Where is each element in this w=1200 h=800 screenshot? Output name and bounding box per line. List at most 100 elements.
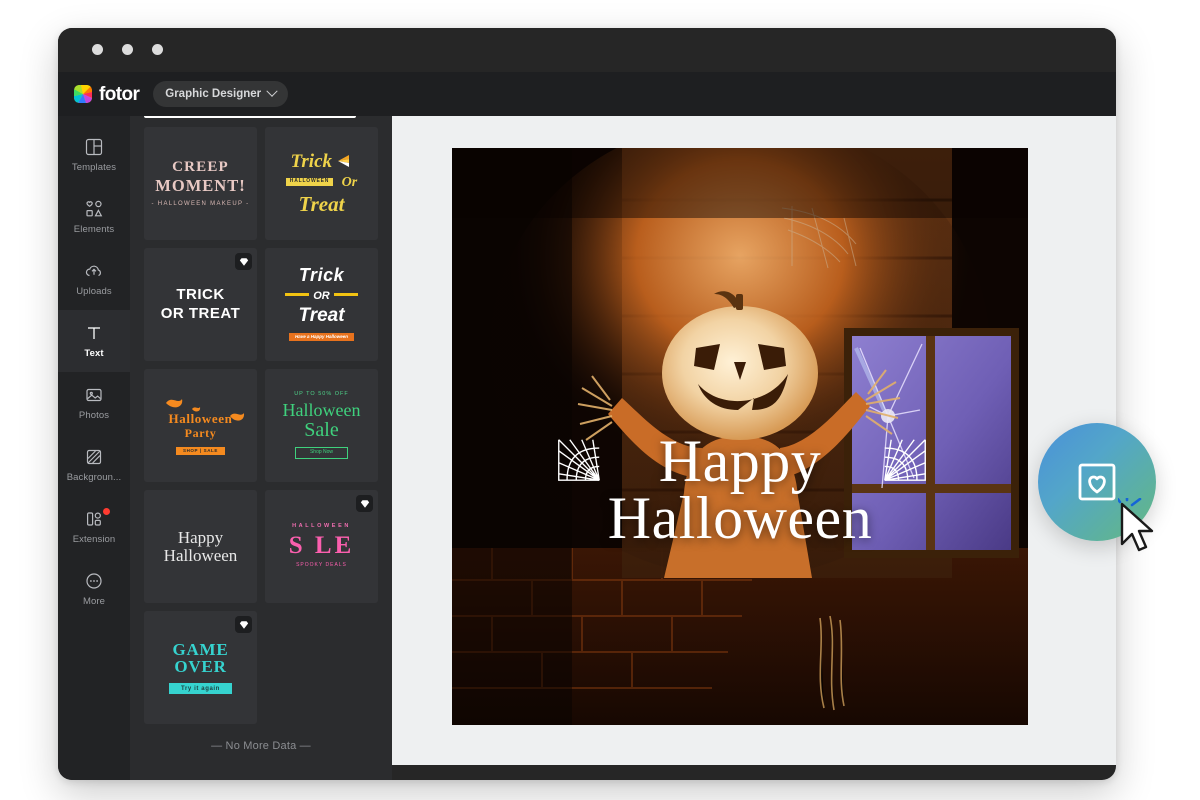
template-card[interactable]: Creep Moment! - HALLOWEEN MAKEUP - xyxy=(144,127,257,240)
template-thumbnail-halloween-sale-pink: HALLOWEEN S LE SPOOKY DEALS xyxy=(288,523,355,569)
thumb-line: Or xyxy=(341,175,358,191)
sidebar-item-label: Photos xyxy=(78,410,110,421)
elements-shapes-icon xyxy=(84,199,104,219)
design-artboard[interactable]: Happy Halloween xyxy=(452,148,1028,725)
extension-puzzle-icon xyxy=(84,509,104,529)
sidebar-item-photos[interactable]: Photos xyxy=(58,372,130,434)
app-window: fotor Graphic Designer Templates Element… xyxy=(58,28,1116,780)
thumb-line: Treat xyxy=(298,191,345,216)
canvas-workspace[interactable]: Happy Halloween xyxy=(392,116,1116,765)
template-card[interactable]: UP TO 50% OFF Halloween Sale Shop Now xyxy=(265,369,378,482)
thumb-cta: Try it again xyxy=(169,683,232,695)
template-card[interactable]: Trick Or Treat xyxy=(144,248,257,361)
thumb-line: SHOP | SALE xyxy=(175,447,226,455)
divider-rule xyxy=(334,293,359,297)
sidebar-item-templates[interactable]: Templates xyxy=(58,124,130,186)
brand-logo[interactable]: fotor xyxy=(74,83,140,105)
more-ellipsis-icon xyxy=(84,571,104,591)
template-thumbnail-creep-moment: Creep Moment! - HALLOWEEN MAKEUP - xyxy=(151,158,250,207)
upload-cloud-icon xyxy=(84,261,104,281)
template-card[interactable]: Halloween Party SHOP | SALE xyxy=(144,369,257,482)
window-titlebar xyxy=(58,28,1116,72)
spiderweb-corner-icon xyxy=(884,438,926,481)
screenshot-root: fotor Graphic Designer Templates Element… xyxy=(0,0,1200,800)
photo-image-icon xyxy=(84,385,104,405)
diamond-icon xyxy=(239,620,248,629)
thumb-line: Halloween xyxy=(163,545,238,565)
favorite-template-button[interactable] xyxy=(1038,423,1156,541)
template-thumbnail-trick-or-treat-yellow: Trick HALLOWEEN Or Treat xyxy=(285,151,358,216)
premium-badge xyxy=(356,495,373,512)
role-selector-label: Graphic Designer xyxy=(165,88,262,100)
divider-rule xyxy=(284,293,309,297)
thumb-line: Trick xyxy=(290,151,333,173)
thumb-line: Moment! xyxy=(155,175,246,195)
premium-badge xyxy=(235,253,252,270)
premium-badge xyxy=(235,616,252,633)
diamond-icon xyxy=(239,257,248,266)
thumb-line: - HALLOWEEN MAKEUP - xyxy=(151,200,250,207)
panel-end-message: — No More Data — xyxy=(211,740,311,752)
template-card[interactable]: Trick HALLOWEEN Or Treat xyxy=(265,127,378,240)
background-hatch-icon xyxy=(84,447,104,467)
template-thumbnail-halloween-sale-green: UP TO 50% OFF Halloween Sale Shop Now xyxy=(282,391,361,459)
templates-grid-icon xyxy=(84,137,104,157)
thumb-line: GAME OVER xyxy=(172,639,229,677)
sidebar-item-label: Text xyxy=(84,348,104,359)
left-nav-rail: Templates Elements Uploads Text Photos B… xyxy=(58,116,130,780)
thumb-cta: Shop Now xyxy=(294,446,349,459)
sidebar-item-text[interactable]: Text xyxy=(58,310,130,372)
sidebar-item-extension[interactable]: Extension xyxy=(58,496,130,558)
thumb-line: Happy xyxy=(177,527,224,547)
sidebar-item-label: Extension xyxy=(72,534,116,545)
sidebar-item-label: Templates xyxy=(71,162,117,173)
template-card[interactable]: Happy Halloween xyxy=(144,490,257,603)
brand-name: fotor xyxy=(99,83,140,105)
sidebar-item-label: Elements xyxy=(73,224,115,235)
bats-icon xyxy=(166,399,245,421)
template-card[interactable]: GAME OVER Try it again xyxy=(144,611,257,724)
panel-scroll-indicator[interactable] xyxy=(144,116,356,118)
spiderweb-corner-icon xyxy=(558,438,600,481)
template-thumbnail-trick-or-treat-bold: Trick OR Treat Have a Happy Halloween xyxy=(284,265,359,342)
thumb-line: Have a Happy Halloween xyxy=(288,333,355,342)
template-card[interactable]: HALLOWEEN S LE SPOOKY DEALS xyxy=(265,490,378,603)
sidebar-item-label: Uploads xyxy=(76,286,112,297)
notification-dot xyxy=(103,508,110,515)
thumb-line: HALLOWEEN xyxy=(285,177,334,186)
heart-in-frame-icon xyxy=(1078,463,1116,501)
thumb-line: Or Treat xyxy=(160,305,241,322)
thumb-line: UP TO 50% OFF xyxy=(294,391,349,398)
sidebar-item-elements[interactable]: Elements xyxy=(58,186,130,248)
thumb-line: S LE xyxy=(288,532,355,560)
chevron-down-icon xyxy=(266,85,278,97)
thumb-line: Halloween xyxy=(282,399,361,420)
fotor-rainbow-logo-icon xyxy=(74,85,92,103)
template-panel: Creep Moment! - HALLOWEEN MAKEUP - Trick xyxy=(130,116,392,780)
sidebar-item-background[interactable]: Backgroun... xyxy=(58,434,130,496)
text-t-icon xyxy=(84,323,104,343)
diamond-icon xyxy=(360,499,369,508)
template-grid: Creep Moment! - HALLOWEEN MAKEUP - Trick xyxy=(144,127,378,724)
thumb-line: SPOOKY DEALS xyxy=(296,562,347,569)
template-thumbnail-game-over: GAME OVER Try it again xyxy=(144,639,257,695)
thumb-line: Trick xyxy=(176,286,225,304)
app-header: fotor Graphic Designer xyxy=(58,72,1116,116)
thumb-line: Creep xyxy=(172,158,229,175)
template-thumbnail-trick-or-treat-drip: Trick Or Treat xyxy=(161,287,241,322)
role-selector[interactable]: Graphic Designer xyxy=(153,81,289,107)
thumb-line: HALLOWEEN xyxy=(292,523,351,530)
template-card[interactable]: Trick OR Treat Have a Happy Halloween xyxy=(265,248,378,361)
thumb-line: Treat xyxy=(298,304,345,326)
sidebar-item-label: Backgroun... xyxy=(66,472,122,483)
candy-corn-icon xyxy=(338,155,350,168)
thumb-line: Trick xyxy=(298,265,345,286)
window-minimize-dot[interactable] xyxy=(122,44,133,55)
halloween-scarecrow-photo xyxy=(452,148,1028,725)
window-close-dot[interactable] xyxy=(92,44,103,55)
sidebar-item-more[interactable]: More xyxy=(58,558,130,620)
sidebar-item-uploads[interactable]: Uploads xyxy=(58,248,130,310)
sidebar-item-label: More xyxy=(82,596,106,607)
window-maximize-dot[interactable] xyxy=(152,44,163,55)
thumb-line: Sale xyxy=(304,418,339,441)
